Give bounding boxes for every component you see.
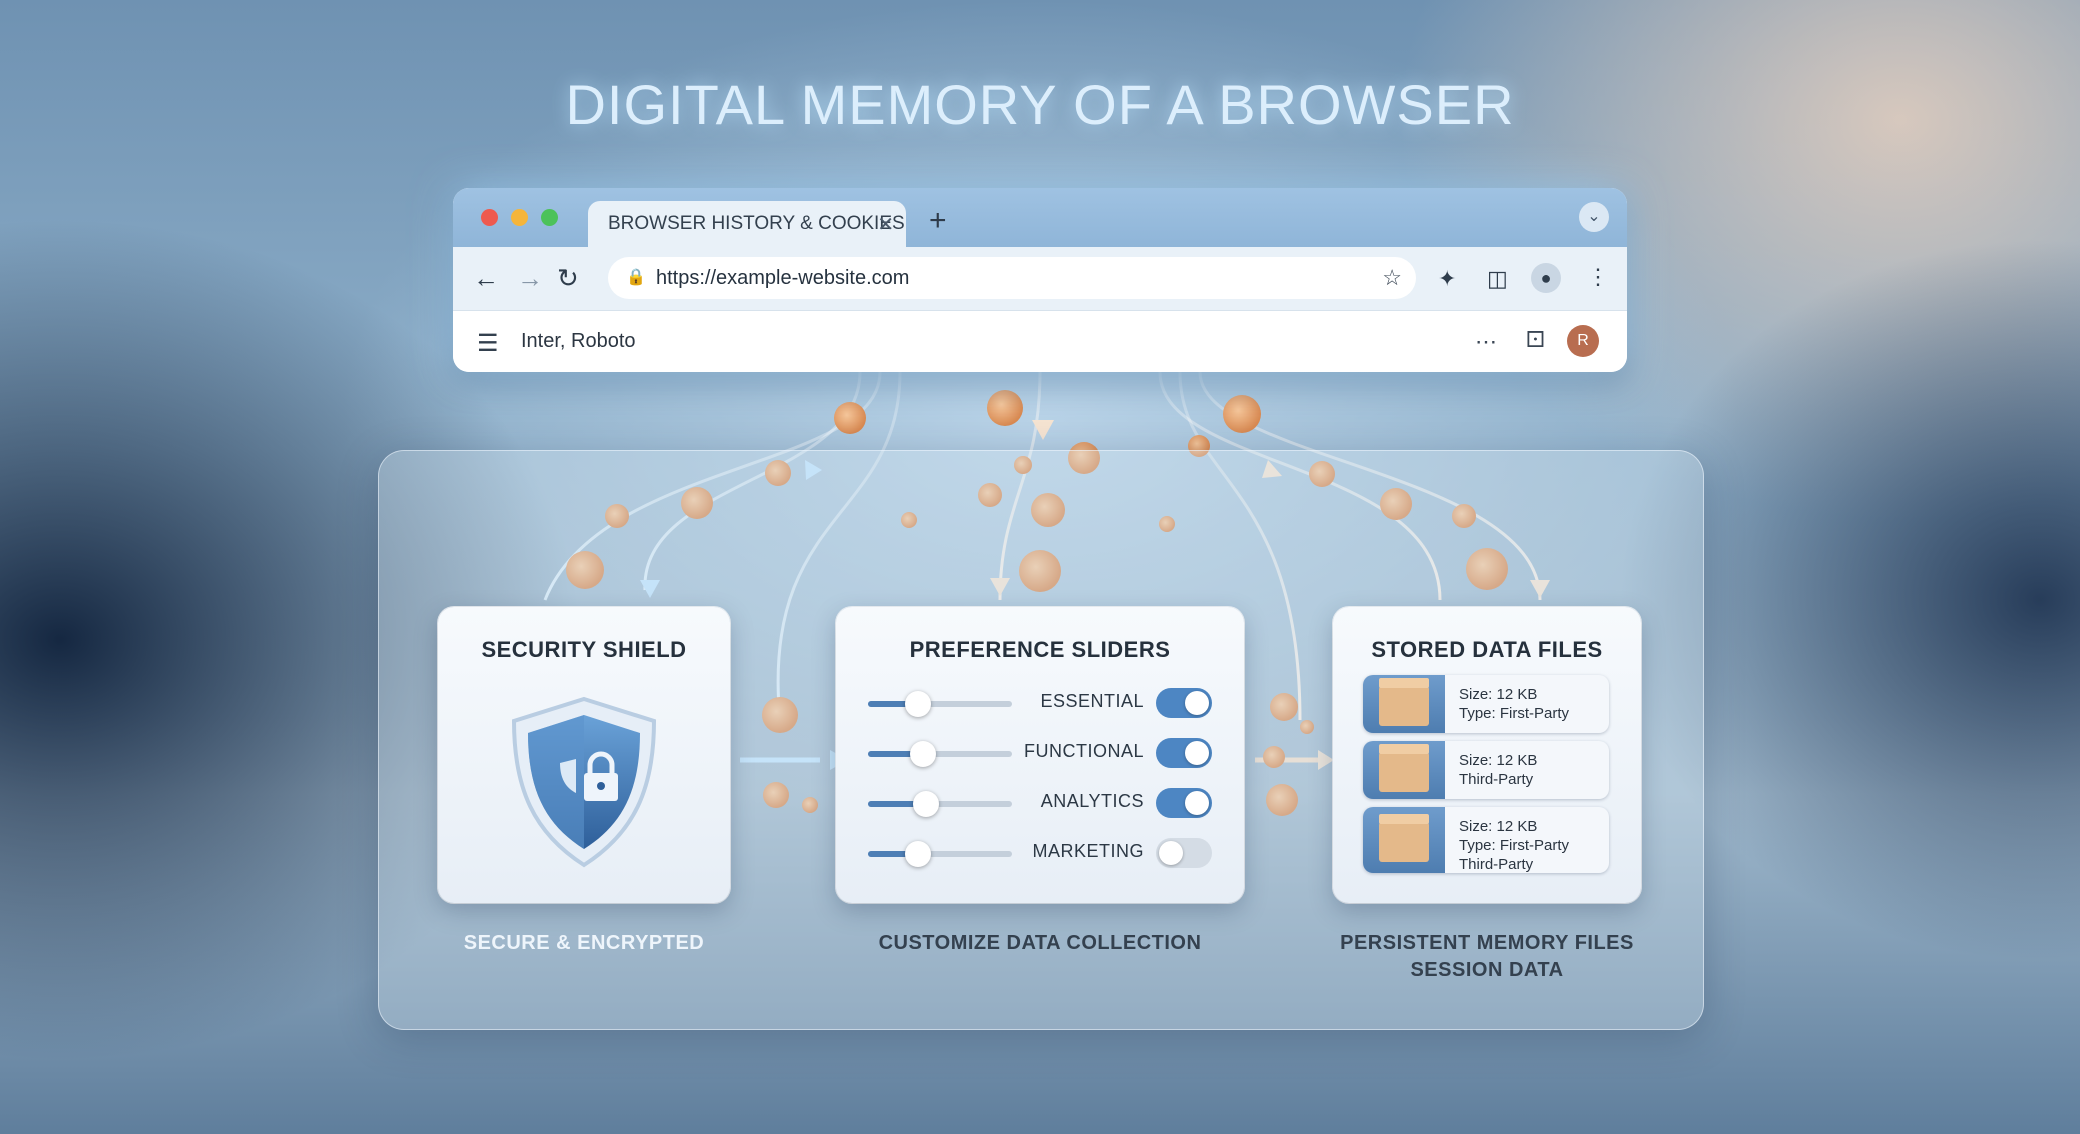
data-file-item[interactable]: Size: 12 KB Type: First-Party Third-Party: [1363, 807, 1609, 873]
file-details: Size: 12 KB Third-Party: [1459, 751, 1537, 789]
address-bar[interactable]: 🔒 https://example-website.com ☆: [608, 257, 1416, 299]
bookmark-star-icon[interactable]: ☆: [1382, 257, 1402, 299]
reload-icon[interactable]: ↻: [557, 263, 579, 294]
preference-slider[interactable]: [868, 741, 1012, 767]
apps-grid-icon[interactable]: ⋯: [1475, 329, 1497, 355]
kebab-menu-icon[interactable]: ⋮: [1587, 264, 1609, 290]
security-caption: SECURE & ENCRYPTED: [463, 932, 705, 954]
slider-handle[interactable]: [905, 841, 932, 867]
cookie-box-icon: [1363, 741, 1445, 799]
data-file-item[interactable]: Size: 12 KB Type: First-Party: [1363, 675, 1609, 733]
preference-row-essential: ESSENTIAL: [836, 682, 1244, 722]
preference-label: ANALYTICS: [1040, 791, 1144, 811]
slider-handle[interactable]: [909, 741, 936, 767]
slider-handle[interactable]: [905, 691, 932, 717]
preference-slider[interactable]: [868, 691, 1012, 717]
profile-icon[interactable]: ●: [1531, 263, 1561, 293]
security-card-title: SECURITY SHIELD: [481, 637, 687, 662]
file-type1: Third-Party: [1459, 771, 1534, 788]
file-details: Size: 12 KB Type: First-Party: [1459, 685, 1569, 723]
maximize-window-button[interactable]: [541, 209, 558, 226]
preference-label: MARKETING: [1032, 841, 1144, 861]
tab-strip: BROWSER HISTORY & COOKIES ✕ + ⌄: [453, 188, 1627, 247]
file-type1: Type: First-Party: [1459, 837, 1570, 854]
new-tab-button[interactable]: +: [929, 204, 947, 238]
file-size: Size: 12 KB: [1459, 752, 1538, 769]
preference-toggle[interactable]: [1156, 788, 1212, 818]
tab-browser-history[interactable]: BROWSER HISTORY & COOKIES ✕: [588, 201, 906, 247]
slider-handle[interactable]: [912, 791, 939, 817]
box-icon: [1379, 678, 1429, 726]
tab-close-icon[interactable]: ✕: [877, 212, 894, 237]
preference-toggle[interactable]: [1156, 838, 1212, 868]
notification-bell-icon[interactable]: ⚀: [1526, 327, 1545, 353]
address-url: https://example-website.com: [656, 267, 910, 289]
cookie-box-icon: [1363, 807, 1445, 873]
box-icon: [1379, 744, 1429, 792]
data-file-item[interactable]: Size: 12 KB Third-Party: [1363, 741, 1609, 799]
page-toolbar: ☰ Inter, Roboto ⋯ ⚀ R: [453, 310, 1627, 372]
files-card-title: STORED DATA FILES: [1371, 637, 1603, 662]
lock-icon: 🔒: [626, 269, 646, 286]
close-window-button[interactable]: [481, 209, 498, 226]
preference-row-functional: FUNCTIONAL: [836, 732, 1244, 772]
toggle-knob: [1185, 791, 1209, 815]
files-caption-line-1: PERSISTENT MEMORY FILES: [1340, 932, 1634, 954]
back-arrow-icon[interactable]: ←: [473, 263, 499, 294]
files-caption-line-2: SESSION DATA: [1410, 959, 1564, 981]
toggle-knob: [1159, 841, 1183, 865]
preferences-card-title: PREFERENCE SLIDERS: [909, 637, 1171, 662]
file-size: Size: 12 KB: [1459, 686, 1538, 703]
box-icon: [1379, 814, 1429, 862]
file-size: Size: 12 KB: [1459, 818, 1538, 835]
toggle-knob: [1185, 741, 1209, 765]
minimize-window-button[interactable]: [511, 209, 528, 226]
preference-row-marketing: MARKETING: [836, 832, 1244, 872]
files-caption: PERSISTENT MEMORY FILES SESSION DATA: [1313, 930, 1661, 984]
preference-sliders-card: PREFERENCE SLIDERS ESSENTIAL FUNCTIONAL AN…: [836, 607, 1244, 903]
preference-row-analytics: ANALYTICS: [836, 782, 1244, 822]
preferences-caption: CUSTOMIZE DATA COLLECTION: [878, 932, 1202, 954]
preference-slider[interactable]: [868, 791, 1012, 817]
stored-data-files-card: STORED DATA FILES Size: 12 KB Type: First…: [1333, 607, 1641, 903]
preference-toggle[interactable]: [1156, 688, 1212, 718]
file-type1: Type: First-Party: [1459, 705, 1570, 722]
preference-toggle[interactable]: [1156, 738, 1212, 768]
cookie-box-icon: [1363, 675, 1445, 733]
tab-title: BROWSER HISTORY & COOKIES: [608, 213, 905, 234]
file-details: Size: 12 KB Type: First-Party Third-Party: [1459, 817, 1569, 873]
toolbar-label: Inter, Roboto: [521, 330, 636, 352]
forward-arrow-icon[interactable]: →: [517, 263, 543, 294]
user-avatar[interactable]: R: [1567, 325, 1599, 357]
browser-window: BROWSER HISTORY & COOKIES ✕ + ⌄ ← → ↻ 🔒 …: [453, 188, 1627, 372]
hamburger-menu-icon[interactable]: ☰: [477, 329, 499, 358]
file-type2: Third-Party: [1459, 856, 1534, 873]
navigation-bar: ← → ↻ 🔒 https://example-website.com ☆ ✦ …: [453, 247, 1627, 310]
preference-label: FUNCTIONAL: [1023, 741, 1144, 761]
preference-label: ESSENTIAL: [1040, 691, 1144, 711]
security-shield-card: SECURITY SHIELD: [438, 607, 730, 903]
extensions-puzzle-icon[interactable]: ✦: [1438, 266, 1456, 292]
shield-lock-icon: [511, 696, 657, 868]
preference-slider[interactable]: [868, 841, 1012, 867]
tab-search-chevron-icon[interactable]: ⌄: [1579, 202, 1609, 232]
toggle-knob: [1185, 691, 1209, 715]
side-panel-icon[interactable]: ◫: [1487, 266, 1508, 292]
